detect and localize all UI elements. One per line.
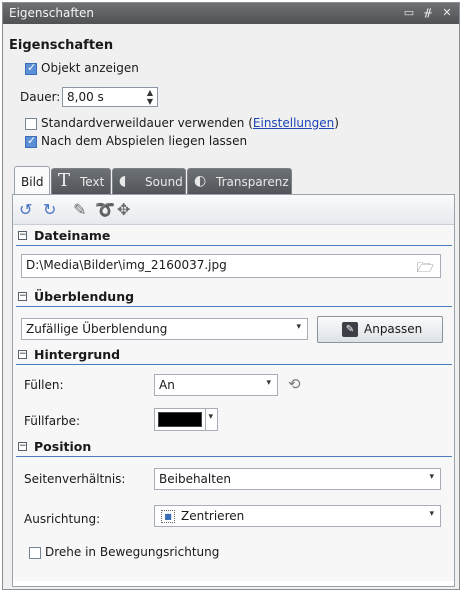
standard-duration-label: Standardverweildauer verwenden (Einstell… <box>41 116 339 130</box>
chevron-down-icon: ▾ <box>429 472 434 482</box>
center-align-icon: ■ <box>161 510 175 523</box>
chevron-down-icon: ▾ <box>208 412 213 422</box>
after-play-checkbox[interactable] <box>25 134 37 148</box>
tab-transparenz[interactable]: ◐ Transparenz <box>187 168 292 194</box>
tab-bild[interactable]: Bild <box>14 166 50 195</box>
show-object-label: Objekt anzeigen <box>41 61 139 75</box>
section-hintergrund[interactable]: − Hintergrund <box>16 345 452 365</box>
duration-spinbox[interactable]: 8,00 s ▲ ▼ <box>62 87 158 107</box>
collapse-icon[interactable]: − <box>18 350 27 359</box>
rotate-direction-label: Drehe in Bewegungsrichtung <box>45 545 220 559</box>
text-icon: T <box>58 170 71 191</box>
maximize-icon[interactable]: ▭ <box>402 6 416 19</box>
chevron-down-icon: ▾ <box>266 378 271 388</box>
aspect-select[interactable]: Beibehalten ▾ <box>154 468 441 490</box>
brush-icon[interactable]: ✎ <box>73 200 86 219</box>
folder-open-icon[interactable]: 🗁 <box>417 257 434 281</box>
window-title: Eigenschaften <box>9 6 95 20</box>
transition-select[interactable]: Zufällige Überblendung ▾ <box>21 318 308 340</box>
pin-icon[interactable]: ᚌ <box>421 6 435 19</box>
settings-link[interactable]: Einstellungen <box>253 116 334 130</box>
color-swatch <box>158 412 202 427</box>
rotate-left-icon[interactable]: ↺ <box>19 200 32 219</box>
section-position[interactable]: − Position <box>16 437 452 457</box>
collapse-icon[interactable]: − <box>18 442 27 451</box>
chevron-down-icon: ▾ <box>429 509 434 519</box>
lasso-icon[interactable]: ➰ <box>95 200 115 219</box>
section-dateiname[interactable]: − Dateiname <box>16 226 452 246</box>
collapse-icon[interactable]: − <box>18 292 27 301</box>
tab-sound[interactable]: ◖ Sound <box>112 168 186 194</box>
fill-color-label: Füllfarbe: <box>24 414 81 428</box>
panel-heading: Eigenschaften <box>9 38 114 53</box>
show-object-checkbox[interactable] <box>25 61 37 75</box>
collapse-icon[interactable]: − <box>18 231 27 240</box>
swatch-divider <box>205 409 206 430</box>
chevron-down-icon: ▾ <box>296 322 301 332</box>
duration-value: 8,00 s <box>67 90 104 104</box>
fill-label: Füllen: <box>24 378 64 392</box>
title-bar: Eigenschaften ▭ ᚌ ✕ <box>3 3 459 24</box>
fill-select[interactable]: An ▾ <box>154 374 278 396</box>
close-icon[interactable]: ✕ <box>440 6 454 19</box>
after-play-label: Nach dem Abspielen liegen lassen <box>41 134 248 148</box>
anpassen-button[interactable]: ✎ Anpassen <box>317 316 443 343</box>
move-icon[interactable]: ✥ <box>117 200 130 219</box>
alignment-label: Ausrichtung: <box>24 512 101 526</box>
duration-label: Dauer: <box>20 90 61 104</box>
aspect-label: Seitenverhältnis: <box>24 472 126 486</box>
rotate-right-icon[interactable]: ↻ <box>43 200 56 219</box>
transparency-icon: ◐ <box>194 173 207 189</box>
rotate-direction-checkbox[interactable] <box>29 547 41 559</box>
speaker-icon: ◖ <box>119 173 127 189</box>
filename-field[interactable]: D:\Media\Bilder\img_2160037.jpg 🗁 <box>21 254 441 278</box>
image-toolbar: ↺ ↻ ✎ ➰ ✥ <box>13 195 454 225</box>
fill-options-icon[interactable]: ⟲ <box>288 375 301 393</box>
standard-duration-checkbox[interactable] <box>25 118 37 130</box>
section-ueberblendung[interactable]: − Überblendung <box>16 287 452 307</box>
fill-color-picker[interactable]: ▾ <box>154 408 218 431</box>
alignment-select[interactable]: ■ Zentrieren ▾ <box>154 505 441 527</box>
spin-arrows-icon[interactable]: ▲ ▼ <box>147 88 153 106</box>
tab-text[interactable]: T Text <box>51 168 111 194</box>
customize-icon: ✎ <box>342 322 358 337</box>
